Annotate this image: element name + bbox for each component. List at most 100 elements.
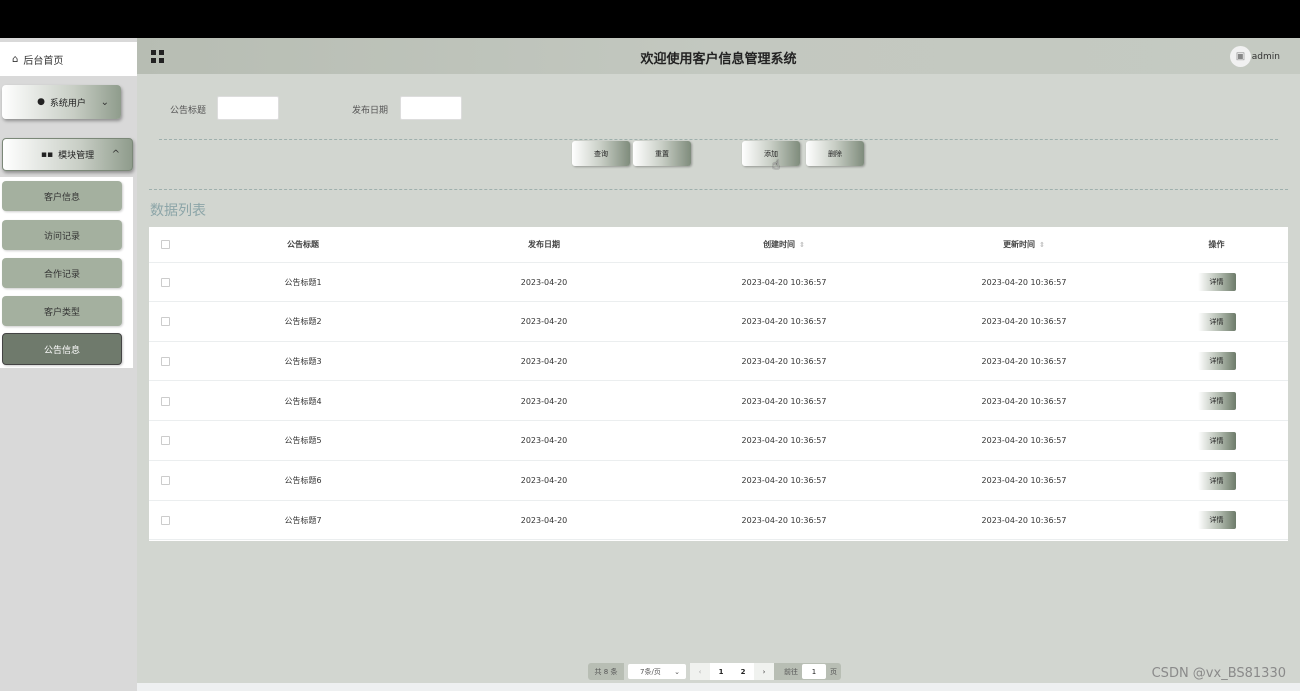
next-page-button[interactable]: › (754, 663, 774, 680)
row-checkbox[interactable] (161, 476, 170, 485)
cell-created: 2023-04-20 10:36:57 (741, 476, 827, 485)
sidebar-menu-module-manage[interactable]: ▪▪ 模块管理 ^ (2, 138, 133, 171)
cell-created: 2023-04-20 10:36:57 (741, 396, 827, 406)
sort-icon[interactable]: ⇕ (799, 241, 805, 249)
row-checkbox[interactable] (161, 515, 170, 525)
column-header-date: 发布日期 (528, 240, 560, 249)
add-button[interactable]: 添加 (742, 141, 800, 166)
goto-suffix: 页 (830, 667, 837, 676)
page-title: 欢迎使用客户信息管理系统 (640, 52, 797, 67)
cell-date: 2023-04-20 (520, 356, 568, 366)
page-size-select[interactable]: 7条/页 ⌄ (628, 664, 686, 679)
page-2-button[interactable]: 2 (732, 663, 754, 680)
reset-button[interactable]: 重置 (633, 141, 691, 166)
cell-title: 公告标题3 (284, 356, 322, 366)
column-header-label: 创建时间 (763, 240, 796, 249)
chevron-up-icon: ^ (111, 149, 120, 160)
query-button[interactable]: 查询 (572, 141, 630, 166)
cell-created: 2023-04-20 10:36:57 (741, 436, 827, 446)
cell-created: 2023-04-20 10:36:57 (741, 356, 827, 366)
sidebar-item-visit-records[interactable]: 访问记录 (2, 220, 122, 250)
select-all-cell (149, 227, 183, 262)
bottom-strip (137, 683, 1300, 691)
data-table: 公告标题 发布日期 创建时间 ⇕ 更新时间 ⇕ 操作 公告标题1 2023-04-20… (149, 227, 1288, 541)
cell-date: 2023-04-20 (520, 277, 568, 287)
row-select-cell (149, 422, 183, 460)
top-header: 欢迎使用客户信息管理系统 ▣ admin (137, 38, 1300, 74)
sidebar-item-label: 合作记录 (43, 269, 80, 280)
cell-updated: 2023-04-20 10:36:57 (981, 317, 1067, 327)
table-row: 公告标题4 2023-04-20 2023-04-20 10:36:57 2023-0… (149, 382, 1288, 422)
cell-updated: 2023-04-20 10:36:57 (981, 396, 1067, 406)
detail-button[interactable]: 详情 (1197, 471, 1236, 490)
column-header-label: 更新时间 (1003, 240, 1036, 249)
row-select-cell (149, 342, 183, 380)
detail-button[interactable]: 详情 (1197, 273, 1236, 291)
detail-button[interactable]: 详情 (1197, 352, 1236, 371)
sidebar-item-announcements[interactable]: 公告信息 (2, 333, 122, 365)
detail-button[interactable]: 详情 (1197, 511, 1236, 530)
detail-button[interactable]: 详情 (1197, 392, 1236, 411)
row-checkbox[interactable] (161, 396, 170, 406)
cell-actions: 详情 (1145, 501, 1288, 539)
sidebar-item-cooperation-records[interactable]: 合作记录 (2, 258, 122, 288)
delete-button[interactable]: 删除 (806, 141, 864, 166)
grid-icon: ▪▪ (40, 149, 54, 160)
detail-button[interactable]: 详情 (1197, 312, 1236, 331)
cell-created: 2023-04-20 10:36:57 (741, 515, 827, 525)
cell-updated: 2023-04-20 10:36:57 (981, 277, 1067, 287)
chevron-down-icon: ⌄ (674, 667, 680, 676)
sidebar-home-link[interactable]: ⌂ 后台首页 (0, 42, 137, 76)
pagination: 共 8 条 7条/页 ⌄ ‹ 1 2 › 前往 1 页 (588, 663, 841, 680)
column-header-updated[interactable]: 更新时间 ⇕ (903, 227, 1145, 262)
divider (159, 139, 1278, 140)
search-date-input[interactable] (400, 96, 462, 120)
sidebar-item-customer-type[interactable]: 客户类型 (2, 296, 122, 326)
row-select-cell (149, 462, 183, 500)
select-all-checkbox[interactable] (161, 240, 170, 249)
detail-button[interactable]: 详情 (1197, 431, 1236, 450)
sort-icon[interactable]: ⇕ (1039, 241, 1045, 249)
sidebar-item-label: 公告信息 (43, 345, 80, 356)
module-manage-label: 模块管理 (58, 151, 95, 161)
column-header-actions: 操作 (1208, 240, 1225, 249)
cell-created: 2023-04-20 10:36:57 (741, 317, 827, 327)
cell-title: 公告标题7 (284, 515, 322, 525)
table-row: 公告标题7 2023-04-20 2023-04-20 10:36:57 2023-0… (149, 501, 1288, 541)
sidebar-item-customer-info[interactable]: 客户信息 (2, 181, 122, 211)
table-row: 公告标题5 2023-04-20 2023-04-20 10:36:57 2023-0… (149, 422, 1288, 461)
search-title-input[interactable] (217, 96, 279, 120)
avatar[interactable]: ▣ (1230, 46, 1251, 67)
cell-date: 2023-04-20 (520, 436, 568, 446)
column-header-title: 公告标题 (287, 240, 319, 249)
list-title: 数据列表 (150, 203, 206, 219)
row-checkbox[interactable] (161, 436, 170, 446)
row-checkbox[interactable] (161, 317, 170, 327)
prev-page-button[interactable]: ‹ (690, 663, 710, 680)
column-header-created[interactable]: 创建时间 ⇕ (665, 227, 903, 262)
cell-title: 公告标题5 (284, 436, 322, 446)
chevron-down-icon: ⌄ (100, 96, 109, 108)
goto-page-input[interactable]: 1 (802, 664, 826, 679)
cell-title: 公告标题6 (284, 476, 322, 485)
page-1-button[interactable]: 1 (710, 663, 732, 680)
cell-updated: 2023-04-20 10:36:57 (981, 356, 1067, 366)
sidebar-menu-system-user[interactable]: ● 系统用户 ⌄ (2, 85, 121, 119)
table-row: 公告标题1 2023-04-20 2023-04-20 10:36:57 2023-0… (149, 263, 1288, 302)
row-checkbox[interactable] (161, 356, 170, 366)
row-select-cell (149, 501, 183, 539)
watermark: CSDN @vx_BS81330 (1151, 666, 1286, 681)
table-row: 公告标题3 2023-04-20 2023-04-20 10:36:57 2023-0… (149, 342, 1288, 382)
cell-title: 公告标题1 (284, 277, 322, 287)
username[interactable]: admin (1252, 52, 1280, 62)
cell-updated: 2023-04-20 10:36:57 (981, 515, 1067, 525)
row-checkbox[interactable] (161, 277, 170, 287)
sidebar-item-label: 访问记录 (43, 231, 80, 242)
page-size-value: 7条/页 (640, 667, 661, 676)
row-select-cell (149, 382, 183, 420)
search-title-label: 公告标题 (170, 106, 207, 116)
cell-date: 2023-04-20 (520, 317, 568, 327)
user-icon: ● (37, 97, 45, 107)
cell-updated: 2023-04-20 10:36:57 (981, 436, 1067, 446)
cell-actions: 详情 (1145, 263, 1288, 301)
